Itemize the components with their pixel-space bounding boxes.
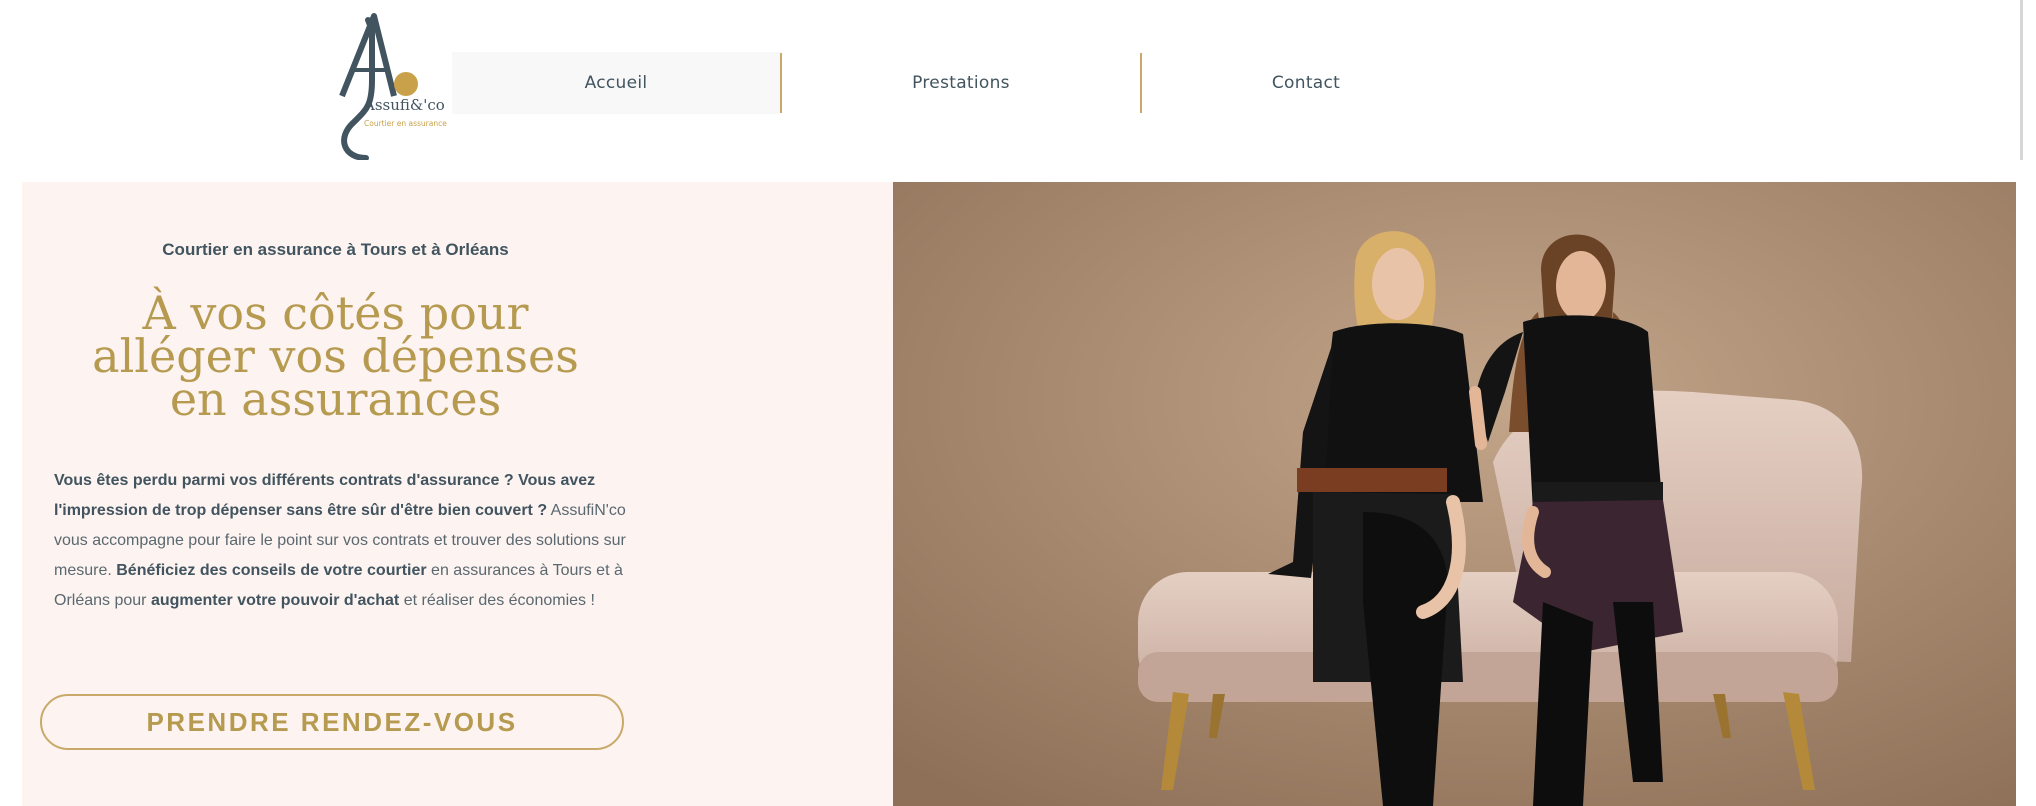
page: Assufi&'co Courtier en assurance Accueil… xyxy=(0,0,2036,806)
logo-dot xyxy=(394,72,418,96)
page-scrollbar[interactable] xyxy=(2016,0,2036,806)
logo-wordmark: Assufi&'co xyxy=(363,96,445,114)
main-nav: Accueil Prestations Contact xyxy=(452,52,1470,114)
hero-body-highlight: Bénéficiez des conseils de votre courtie… xyxy=(116,562,427,579)
hero-text-panel: Courtier en assurance à Tours et à Orléa… xyxy=(22,182,893,806)
nav-item-accueil[interactable]: Accueil xyxy=(452,52,780,114)
book-appointment-button[interactable]: PRENDRE RENDEZ-VOUS xyxy=(40,694,624,750)
hero-body-text: et réaliser des économies ! xyxy=(403,592,595,609)
logo-tagline: Courtier en assurance xyxy=(364,119,447,128)
logo-letter-j xyxy=(341,17,375,161)
hero-body: Vous êtes perdu parmi vos différents con… xyxy=(54,466,644,616)
hero-photo xyxy=(893,182,2016,806)
logo-letter-a xyxy=(339,13,397,98)
site-header: Assufi&'co Courtier en assurance Accueil… xyxy=(0,0,2016,182)
nav-item-prestations[interactable]: Prestations xyxy=(782,52,1140,114)
hero-body-intro: Vous êtes perdu parmi vos différents con… xyxy=(54,472,596,519)
logo[interactable]: Assufi&'co Courtier en assurance xyxy=(308,10,458,161)
hero-body-highlight: augmenter votre pouvoir d'achat xyxy=(150,592,400,609)
hero-eyebrow: Courtier en assurance à Tours et à Orléa… xyxy=(162,240,509,259)
nav-item-contact[interactable]: Contact xyxy=(1142,52,1470,114)
hero-headline: À vos côtés pour alléger vos dépenses en… xyxy=(92,286,579,426)
